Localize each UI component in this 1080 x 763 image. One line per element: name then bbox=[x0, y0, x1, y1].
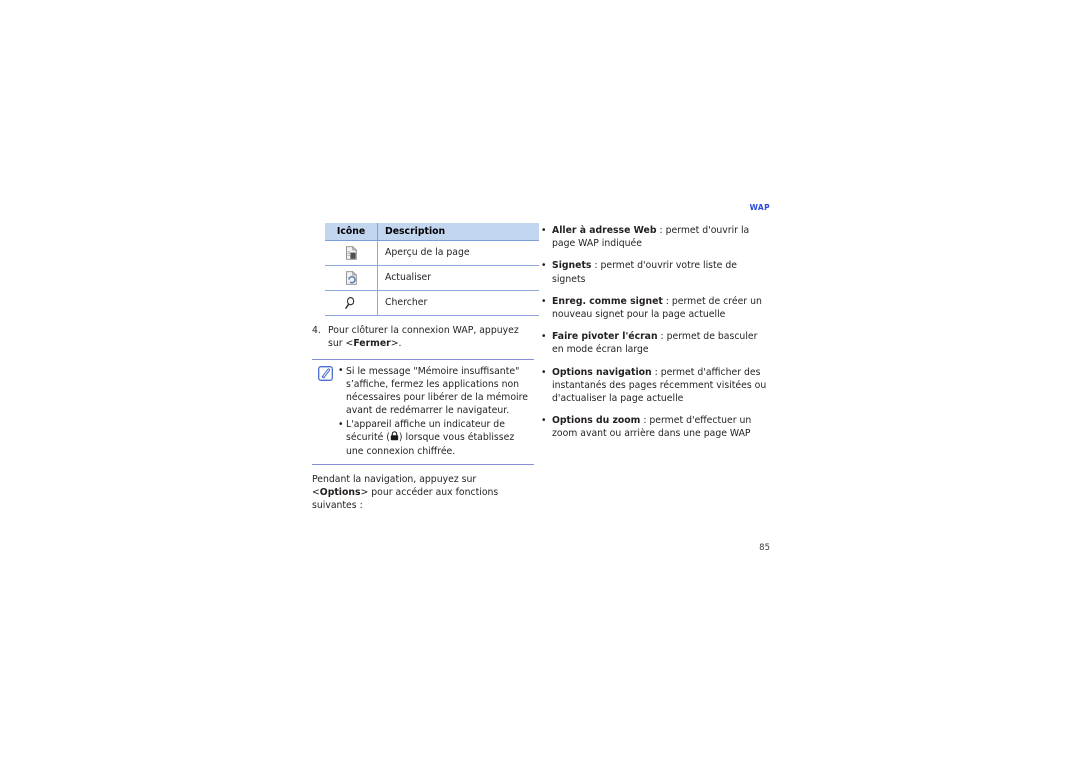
left-column: Icône Description Aperçu de la page Actu… bbox=[312, 221, 539, 513]
table-row: Chercher bbox=[325, 290, 539, 317]
page-preview-icon bbox=[345, 246, 358, 260]
option-term: Signets bbox=[552, 260, 592, 272]
table-cell-description: Actualiser bbox=[377, 265, 539, 292]
manual-page: WAP Icône Description Aperçu de la page … bbox=[0, 0, 1080, 763]
option-term: Enreg. comme signet bbox=[552, 295, 663, 307]
option-separator: : bbox=[651, 366, 661, 378]
note-item: • L'appareil affiche un indicateur de séc… bbox=[338, 418, 534, 458]
option-separator: : bbox=[662, 295, 672, 307]
bullet-dot: • bbox=[338, 418, 344, 430]
after-note-bold-options: Options bbox=[319, 487, 361, 499]
option-separator: : bbox=[657, 331, 667, 343]
note-box: • Si le message "Mémoire insuffisante" s’… bbox=[312, 358, 534, 465]
table-cell-icon bbox=[325, 240, 378, 267]
table-header-row: Icône Description bbox=[325, 221, 539, 242]
table-cell-icon bbox=[325, 290, 378, 317]
table-row: Aperçu de la page bbox=[325, 240, 539, 267]
bullet-dot: • bbox=[541, 260, 547, 272]
option-item-aller-a-adresse-web: • Aller à adresse Web : permet d'ouvrir l… bbox=[541, 224, 769, 250]
option-separator: : bbox=[656, 225, 666, 236]
table-cell-icon bbox=[325, 265, 378, 292]
table-cell-description: Chercher bbox=[377, 290, 539, 317]
after-note-paragraph: Pendant la navigation, appuyez sur <Opti… bbox=[312, 473, 534, 513]
refresh-page-icon bbox=[345, 271, 358, 285]
table-header-description: Description bbox=[377, 221, 539, 242]
option-item-enreg-comme-signet: • Enreg. comme signet : permet de créer u… bbox=[541, 295, 769, 321]
icon-description-table: Icône Description Aperçu de la page Actu… bbox=[325, 221, 539, 317]
option-term: Aller à adresse Web bbox=[552, 225, 657, 236]
bullet-dot: • bbox=[541, 415, 547, 427]
bullet-dot: • bbox=[338, 365, 344, 377]
bullet-dot: • bbox=[541, 366, 547, 378]
option-item-options-du-zoom: • Options du zoom : permet d'effectuer un… bbox=[541, 414, 769, 440]
option-term: Faire pivoter l'écran bbox=[552, 331, 658, 343]
note-body: • Si le message "Mémoire insuffisante" s’… bbox=[338, 365, 534, 458]
note-pencil-icon bbox=[318, 365, 333, 381]
right-column: • Aller à adresse Web : permet d'ouvrir l… bbox=[541, 224, 769, 449]
option-term: Options du zoom bbox=[552, 415, 641, 427]
step-4: 4. Pour clôturer la connexion WAP, appuye… bbox=[312, 324, 534, 350]
bullet-dot: • bbox=[541, 331, 547, 343]
step-number: 4. bbox=[312, 325, 321, 337]
search-magnifier-icon bbox=[344, 296, 358, 310]
step-text-after: >. bbox=[390, 338, 402, 350]
option-item-faire-pivoter-ecran: • Faire pivoter l'écran : permet de bascu… bbox=[541, 330, 769, 356]
running-head: WAP bbox=[749, 203, 770, 212]
table-row: Actualiser bbox=[325, 265, 539, 292]
option-separator: : bbox=[591, 260, 601, 272]
note-item: • Si le message "Mémoire insuffisante" s’… bbox=[338, 365, 534, 418]
bullet-dot: • bbox=[541, 225, 547, 236]
step-bold-fermer: Fermer bbox=[353, 338, 391, 350]
table-cell-description: Aperçu de la page bbox=[377, 240, 539, 267]
padlock-icon bbox=[390, 431, 399, 441]
option-item-options-navigation: • Options navigation : permet d'afficher … bbox=[541, 366, 769, 406]
option-item-signets: • Signets : permet d'ouvrir votre liste d… bbox=[541, 259, 769, 285]
option-term: Options navigation bbox=[552, 366, 652, 378]
note-item-text: Si le message "Mémoire insuffisante" s’a… bbox=[346, 365, 528, 417]
table-header-icone: Icône bbox=[325, 221, 378, 242]
bullet-dot: • bbox=[541, 295, 547, 307]
page-number: 85 bbox=[759, 543, 770, 553]
